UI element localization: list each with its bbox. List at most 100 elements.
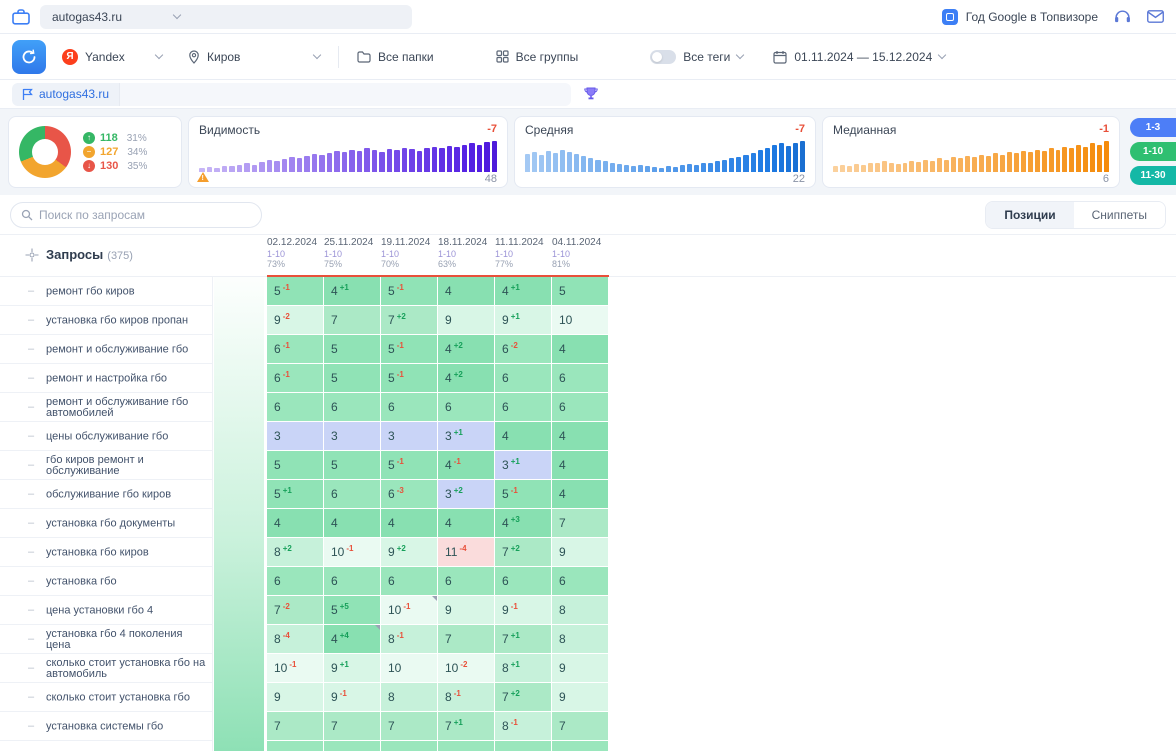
position-cell[interactable]: 4 (324, 509, 380, 537)
median-position-card[interactable]: Медианная -1 6 (822, 116, 1120, 188)
position-cell[interactable]: 5 (267, 451, 323, 479)
row-handle[interactable]: – (28, 372, 34, 384)
position-cell[interactable]: 9-1 (324, 683, 380, 711)
position-cell[interactable]: 4 (381, 509, 437, 537)
position-cell[interactable]: 6-1 (267, 364, 323, 392)
query-label[interactable]: сколько стоит установка гбо (46, 692, 208, 703)
position-cell[interactable]: 5 (324, 364, 380, 392)
position-cell[interactable]: 4 (552, 480, 608, 508)
query-label[interactable]: ремонт и обслуживание гбо автомобилей (46, 397, 208, 419)
position-cell[interactable]: 9 (267, 683, 323, 711)
position-cell[interactable]: 5-1 (267, 277, 323, 305)
table-row[interactable]: –установка гбо666666 (0, 567, 1176, 596)
position-cell[interactable]: 4+2 (438, 364, 494, 392)
table-row[interactable]: –цены обслуживание гбо3333+144 (0, 422, 1176, 451)
summary-donut-card[interactable]: ↑11831%−12734%↓13035% (8, 116, 182, 188)
row-handle[interactable]: – (28, 488, 34, 500)
position-cell[interactable]: 9+2 (381, 538, 437, 566)
position-cell[interactable]: 8 (552, 596, 608, 624)
position-cell[interactable]: 9-2 (267, 306, 323, 334)
position-cell[interactable]: 8-1 (495, 712, 551, 740)
table-row[interactable]: –цена установки гбо 47-25+510-199-18 (0, 596, 1176, 625)
tab-snippets[interactable]: Сниппеты (1074, 202, 1165, 228)
position-cell[interactable]: 6 (552, 393, 608, 421)
position-cell[interactable]: 7+1 (438, 712, 494, 740)
position-cell[interactable]: 6 (267, 393, 323, 421)
position-cell[interactable]: 6 (324, 393, 380, 421)
position-cell[interactable]: 7+2 (495, 683, 551, 711)
position-cell[interactable]: 10 (552, 306, 608, 334)
position-cell[interactable]: 7+2 (381, 306, 437, 334)
position-cell[interactable]: 6 (495, 567, 551, 595)
query-label[interactable]: установка гбо (46, 576, 208, 587)
position-cell[interactable]: 7+2 (495, 538, 551, 566)
column-header[interactable]: 11.11.20241-1077% (495, 237, 552, 269)
tags-toggle[interactable] (650, 50, 676, 64)
position-cell[interactable]: 7+1 (495, 625, 551, 653)
table-row[interactable]: –ремонт и обслуживание гбо автомобилей66… (0, 393, 1176, 422)
table-row[interactable]: –установка системы гбо7777+18-17 (0, 712, 1176, 741)
table-row[interactable]: –гбо киров ремонт и обслуживание555-14-1… (0, 451, 1176, 480)
position-cell[interactable]: 6 (495, 364, 551, 392)
position-cell[interactable]: 5-1 (495, 480, 551, 508)
position-cell[interactable]: 5 (324, 335, 380, 363)
position-cell[interactable]: 6-1 (267, 335, 323, 363)
position-cell[interactable]: 9 (552, 538, 608, 566)
position-cell[interactable]: 6-2 (495, 335, 551, 363)
row-handle[interactable]: – (28, 314, 34, 326)
query-label[interactable]: установка гбо киров (46, 547, 208, 558)
project-select[interactable]: autogas43.ru (40, 5, 412, 29)
table-row[interactable]: –установка гбо киров пропан9-277+299+110 (0, 306, 1176, 335)
position-cell[interactable]: 7 (324, 306, 380, 334)
position-cell[interactable]: 7 (552, 509, 608, 537)
column-header[interactable]: 18.11.20241-1063% (438, 237, 495, 269)
position-cell[interactable]: 4-1 (438, 451, 494, 479)
position-cell[interactable]: 7 (324, 712, 380, 740)
position-cell[interactable]: 4 (267, 509, 323, 537)
column-header[interactable]: 04.11.20241-1081% (552, 237, 609, 269)
position-cell[interactable]: 4 (495, 422, 551, 450)
position-cell[interactable]: 9 (552, 654, 608, 682)
position-cell[interactable]: 4 (552, 451, 608, 479)
position-cell[interactable]: 3+1 (495, 451, 551, 479)
position-cell[interactable]: 4+3 (495, 509, 551, 537)
table-row[interactable]: –установка гбо документы44444+37 (0, 509, 1176, 538)
tags-filter[interactable]: Все теги (650, 50, 743, 64)
position-cell[interactable]: 5-1 (381, 277, 437, 305)
row-handle[interactable]: – (28, 633, 34, 645)
position-cell[interactable]: 7 (552, 712, 608, 740)
row-handle[interactable]: – (28, 430, 34, 442)
position-cell[interactable]: 3 (324, 422, 380, 450)
position-cell[interactable]: 7 (381, 712, 437, 740)
column-header[interactable]: 25.11.20241-1075% (324, 237, 381, 269)
position-cell[interactable]: 9+1 (324, 654, 380, 682)
position-cell[interactable]: 8-4 (267, 625, 323, 653)
project-domain-chip[interactable]: autogas43.ru (12, 83, 119, 106)
search-input[interactable] (39, 208, 251, 222)
position-cell[interactable]: 4 (552, 422, 608, 450)
position-cell[interactable]: 5 (324, 451, 380, 479)
position-cell[interactable]: 6 (495, 393, 551, 421)
query-label[interactable]: установка гбо документы (46, 518, 208, 529)
row-handle[interactable]: – (28, 285, 34, 297)
query-label[interactable]: гбо киров ремонт и обслуживание (46, 455, 208, 477)
queries-header[interactable]: Запросы(375) (46, 247, 133, 262)
position-cell[interactable]: 6 (267, 567, 323, 595)
row-handle[interactable]: – (28, 604, 34, 616)
query-label[interactable]: ремонт и обслуживание гбо (46, 344, 208, 355)
position-cell[interactable]: 6 (381, 567, 437, 595)
position-cell[interactable]: 11-4 (438, 538, 494, 566)
query-label[interactable]: ремонт и настройка гбо (46, 373, 208, 384)
table-row[interactable]: –ремонт и обслуживание гбо6-155-14+26-24 (0, 335, 1176, 364)
position-cell[interactable]: 8 (381, 683, 437, 711)
position-cell[interactable]: 10-1 (267, 654, 323, 682)
position-cell[interactable]: 8-1 (381, 625, 437, 653)
position-cell[interactable]: 3 (381, 422, 437, 450)
position-cell[interactable]: 7 (267, 712, 323, 740)
app-icon[interactable] (12, 9, 30, 25)
position-cell[interactable]: 7 (438, 625, 494, 653)
position-cell[interactable]: 8+2 (267, 538, 323, 566)
column-header[interactable]: 19.11.20241-1070% (381, 237, 438, 269)
query-search[interactable] (10, 202, 262, 228)
refresh-button[interactable] (12, 40, 46, 74)
